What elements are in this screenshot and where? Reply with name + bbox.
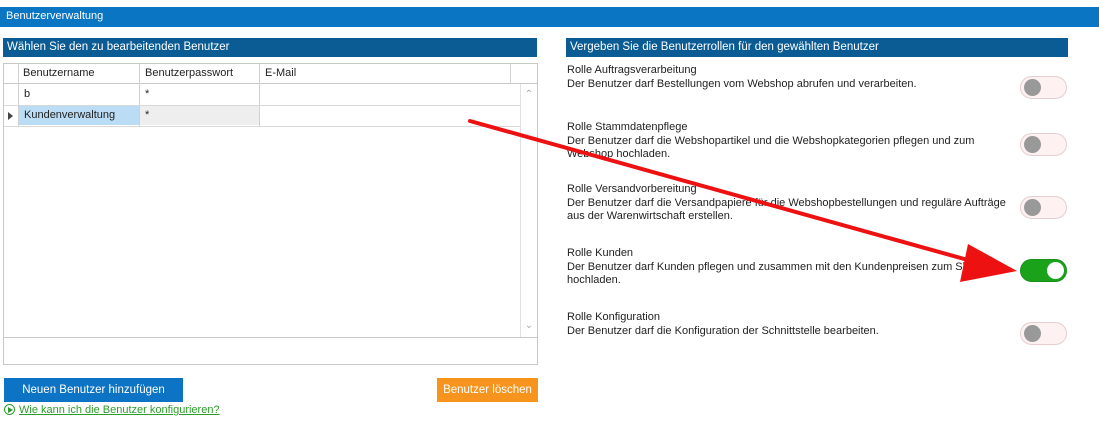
- role-item: Rolle Versandvorbereitung Der Benutzer d…: [567, 183, 1007, 224]
- role-title: Rolle Auftragsverarbeitung: [567, 64, 697, 76]
- users-grid-header: Benutzername Benutzerpasswort E-Mail: [4, 64, 537, 84]
- grid-scrollbar[interactable]: ⌃ ⌄: [520, 84, 537, 337]
- column-header-username[interactable]: Benutzername: [18, 64, 140, 83]
- users-grid: Benutzername Benutzerpasswort E-Mail b *…: [3, 63, 538, 365]
- role-description: Der Benutzer darf Bestellungen vom Websh…: [567, 77, 917, 90]
- toggle-knob: [1024, 79, 1041, 96]
- column-header-password[interactable]: Benutzerpasswort: [140, 64, 260, 83]
- toggle-knob: [1047, 262, 1064, 279]
- users-panel-title: Wählen Sie den zu bearbeitenden Benutzer: [7, 41, 230, 53]
- play-circle-icon: [4, 404, 15, 415]
- role-description: Der Benutzer darf die Konfiguration der …: [567, 324, 879, 337]
- add-user-button[interactable]: Neuen Benutzer hinzufügen: [4, 378, 183, 402]
- role-toggle-auftragsverarbeitung[interactable]: [1020, 76, 1067, 99]
- roles-panel-header: Vergeben Sie die Benutzerrollen für den …: [566, 38, 1068, 57]
- app-title: Benutzerverwaltung: [6, 10, 104, 22]
- toggle-knob: [1024, 325, 1041, 342]
- toggle-knob: [1024, 136, 1041, 153]
- role-description: Der Benutzer darf die Versandpapiere für…: [567, 196, 1006, 223]
- help-link[interactable]: Wie kann ich die Benutzer konfigurieren?: [19, 404, 220, 416]
- scroll-down-icon[interactable]: ⌄: [524, 321, 534, 331]
- cell-username[interactable]: Kundenverwaltung: [19, 106, 139, 125]
- role-description: Der Benutzer darf Kunden pflegen und zus…: [567, 260, 981, 287]
- grid-divider: [510, 64, 511, 84]
- role-item: Rolle Auftragsverarbeitung Der Benutzer …: [567, 64, 1007, 91]
- role-description: Der Benutzer darf die Webshopartikel und…: [567, 134, 975, 161]
- role-item: Rolle Kunden Der Benutzer darf Kunden pf…: [567, 247, 1007, 288]
- cell-password[interactable]: *: [140, 85, 259, 104]
- role-toggle-versandvorbereitung[interactable]: [1020, 196, 1067, 219]
- role-title: Rolle Stammdatenpflege: [567, 121, 688, 133]
- roles-panel-title: Vergeben Sie die Benutzerrollen für den …: [570, 41, 879, 53]
- scroll-up-icon[interactable]: ⌃: [524, 90, 534, 100]
- app-header-bar: Benutzerverwaltung: [0, 7, 1099, 27]
- delete-user-button[interactable]: Benutzer löschen: [437, 378, 538, 402]
- role-item: Rolle Stammdatenpflege Der Benutzer darf…: [567, 121, 1007, 162]
- row-selector-icon: [8, 112, 13, 120]
- cell-password[interactable]: *: [140, 106, 259, 125]
- toggle-knob: [1024, 199, 1041, 216]
- role-toggle-kunden[interactable]: [1020, 259, 1067, 282]
- role-toggle-konfiguration[interactable]: [1020, 322, 1067, 345]
- table-row-selected[interactable]: Kundenverwaltung *: [4, 106, 520, 127]
- help-link-row[interactable]: Wie kann ich die Benutzer konfigurieren?: [4, 404, 220, 416]
- role-title: Rolle Kunden: [567, 247, 634, 259]
- table-row[interactable]: b *: [4, 85, 520, 106]
- role-toggle-stammdatenpflege[interactable]: [1020, 133, 1067, 156]
- role-title: Rolle Konfiguration: [567, 311, 660, 323]
- role-item: Rolle Konfiguration Der Benutzer darf di…: [567, 311, 1007, 338]
- grid-footer: [4, 337, 537, 364]
- column-header-email[interactable]: E-Mail: [260, 64, 510, 83]
- users-panel-header: Wählen Sie den zu bearbeitenden Benutzer: [3, 38, 537, 57]
- cell-username[interactable]: b: [19, 85, 139, 104]
- role-title: Rolle Versandvorbereitung: [567, 183, 697, 195]
